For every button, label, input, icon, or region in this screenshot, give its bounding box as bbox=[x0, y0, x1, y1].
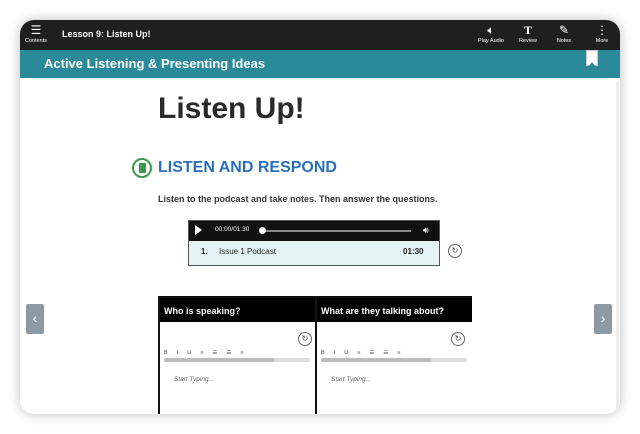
track-duration: 01:30 bbox=[403, 247, 424, 256]
progress-handle[interactable] bbox=[259, 227, 266, 234]
reset-icon[interactable]: ↻ bbox=[451, 332, 465, 346]
notes-input-what[interactable]: Start Typing... bbox=[331, 376, 371, 383]
audio-player: 00:00/01:30 🔊︎ 1. Issue 1 Podcast 01:30 bbox=[188, 220, 440, 266]
edit-icon: ✎ bbox=[558, 23, 570, 37]
progress-track[interactable] bbox=[261, 230, 411, 232]
track-number: 1. bbox=[201, 247, 208, 256]
more-vertical-icon: ⋮ bbox=[596, 23, 608, 37]
next-page-button[interactable]: › bbox=[594, 304, 612, 334]
reset-icon[interactable]: ↻ bbox=[448, 244, 462, 258]
bookmark-icon[interactable] bbox=[586, 50, 598, 66]
format-toolbar: B I U ≡ ☰ ☰ ≡ bbox=[164, 350, 253, 356]
numbered-list-icon[interactable]: ☰ bbox=[226, 350, 231, 356]
more-button[interactable]: ⋮ More bbox=[590, 23, 614, 45]
more-label: More bbox=[595, 38, 609, 44]
notes-column-what: What are they talking about? ↻ B I U ≡ ☰ ☰ ≡ S… bbox=[317, 298, 472, 414]
time-display: 00:00/01:30 bbox=[215, 226, 250, 233]
underline-icon[interactable]: U bbox=[344, 350, 348, 356]
lesson-content: Listen Up! LISTEN AND RESPOND Listen to … bbox=[20, 78, 620, 414]
page-scrollbar[interactable] bbox=[616, 82, 619, 410]
chevron-right-icon: › bbox=[600, 310, 606, 326]
review-button[interactable]: T Review bbox=[514, 23, 542, 45]
numbered-list-icon[interactable]: ☰ bbox=[383, 350, 388, 356]
document-icon bbox=[132, 158, 152, 178]
contents-button[interactable]: ☰ Contents bbox=[24, 23, 48, 45]
page-title: Listen Up! bbox=[158, 92, 305, 125]
italic-icon[interactable]: I bbox=[177, 350, 179, 356]
list-icon[interactable]: ☰ bbox=[212, 350, 217, 356]
volume-icon[interactable]: 🔊︎ bbox=[423, 225, 429, 236]
notes-input-who[interactable]: Start Typing... bbox=[174, 376, 214, 383]
chevron-left-icon: ‹ bbox=[32, 310, 38, 326]
play-audio-button[interactable]: 🔈︎ Play Audio bbox=[476, 23, 506, 45]
toolbar-scrollbar[interactable] bbox=[164, 358, 310, 362]
column-header: What are they talking about? bbox=[317, 298, 472, 322]
menu-icon: ☰ bbox=[30, 23, 42, 37]
player-controls: 00:00/01:30 🔊︎ bbox=[189, 221, 439, 241]
notes-label: Notes bbox=[556, 38, 572, 44]
column-header: Who is speaking? bbox=[160, 298, 315, 322]
align-icon[interactable]: ≡ bbox=[357, 350, 360, 356]
unit-header: Active Listening & Presenting Ideas bbox=[20, 50, 620, 78]
play-icon[interactable] bbox=[195, 225, 202, 235]
previous-page-button[interactable]: ‹ bbox=[26, 304, 44, 334]
review-label: Review bbox=[518, 38, 538, 44]
speaker-icon: 🔈︎ bbox=[487, 23, 495, 37]
top-toolbar: ☰ Contents Lesson 9: Listen Up! 🔈︎ Play … bbox=[20, 20, 620, 50]
notes-column-who: Who is speaking? ↻ B I U ≡ ☰ ☰ ≡ Start Typing.… bbox=[160, 298, 315, 414]
italic-icon[interactable]: I bbox=[334, 350, 336, 356]
bold-icon[interactable]: B bbox=[321, 350, 325, 356]
play-audio-label: Play Audio bbox=[478, 38, 504, 44]
indent-icon[interactable]: ≡ bbox=[240, 350, 243, 356]
unit-title: Active Listening & Presenting Ideas bbox=[44, 56, 266, 71]
bold-icon[interactable]: B bbox=[164, 350, 168, 356]
format-toolbar: B I U ≡ ☰ ☰ ≡ bbox=[321, 350, 410, 356]
toolbar-scrollbar[interactable] bbox=[321, 358, 467, 362]
track-name[interactable]: Issue 1 Podcast bbox=[219, 247, 276, 256]
align-icon[interactable]: ≡ bbox=[200, 350, 203, 356]
underline-icon[interactable]: U bbox=[187, 350, 191, 356]
notes-table: Who is speaking? ↻ B I U ≡ ☰ ☰ ≡ Start Typing.… bbox=[158, 296, 472, 414]
instructions: Listen to the podcast and take notes. Th… bbox=[158, 194, 438, 204]
lesson-title: Lesson 9: Listen Up! bbox=[62, 29, 151, 39]
tablet-frame: ☰ Contents Lesson 9: Listen Up! 🔈︎ Play … bbox=[20, 20, 620, 414]
reset-icon[interactable]: ↻ bbox=[298, 332, 312, 346]
notes-button[interactable]: ✎ Notes bbox=[552, 23, 576, 45]
text-icon: T bbox=[523, 23, 532, 37]
indent-icon[interactable]: ≡ bbox=[397, 350, 400, 356]
section-title: LISTEN AND RESPOND bbox=[158, 159, 337, 176]
list-icon[interactable]: ☰ bbox=[369, 350, 374, 356]
contents-label: Contents bbox=[24, 38, 47, 44]
